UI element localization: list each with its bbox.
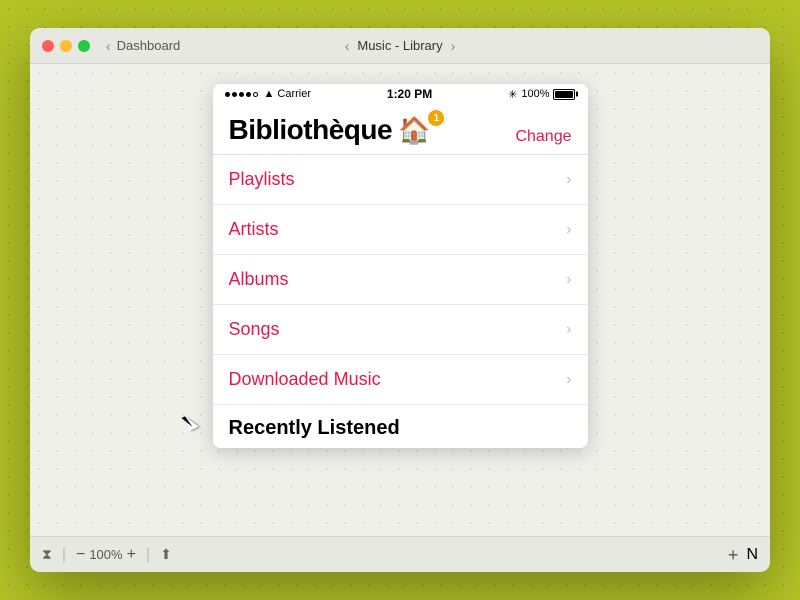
iphone-content: Bibliothèque 🏠 1 Change Playlists › Arti… (213, 104, 588, 448)
signal-dot-3 (239, 92, 244, 97)
hourglass-icon: ⧗ (42, 546, 52, 563)
window-title: Music - Library (357, 38, 442, 53)
menu-item-label: Downloaded Music (229, 369, 381, 390)
next-arrow-icon[interactable]: › (451, 38, 456, 54)
signal-dot-5 (253, 92, 258, 97)
menu-item-label: Songs (229, 319, 280, 340)
close-button[interactable] (42, 40, 54, 52)
chevron-right-icon: › (566, 271, 571, 289)
wifi-icon: ▲ (264, 88, 275, 100)
battery-percentage: 100% (521, 88, 549, 100)
main-window: ‹ Dashboard ‹ Music - Library › (30, 28, 770, 572)
add-button[interactable]: + (728, 546, 739, 564)
battery-icon (553, 89, 575, 100)
chevron-right-icon: › (566, 171, 571, 189)
toolbar-right: + N (728, 546, 758, 564)
header-title-area: Bibliothèque 🏠 1 (229, 114, 431, 146)
separator-1: | (62, 546, 66, 564)
iphone-frame: ▲ Carrier 1:20 PM ✳ 100% Bibliothèqu (213, 84, 588, 448)
canvas-area: ▲ Carrier 1:20 PM ✳ 100% Bibliothèqu (30, 64, 770, 536)
notification-badge: 1 (428, 110, 444, 126)
signal-dot-1 (225, 92, 230, 97)
zoom-level: 100% (89, 547, 122, 562)
zoom-in-button[interactable]: + (127, 547, 136, 563)
library-title: Bibliothèque (229, 114, 393, 146)
extra-label: N (746, 546, 758, 564)
signal-icon (225, 92, 258, 97)
chevron-right-icon: › (566, 371, 571, 389)
menu-list: Playlists › Artists › Albums › Songs › (213, 155, 588, 405)
battery-fill (555, 91, 573, 98)
maximize-button[interactable] (78, 40, 90, 52)
signal-dot-2 (232, 92, 237, 97)
mouse-cursor (185, 416, 197, 434)
breadcrumb-nav: ‹ Dashboard (106, 38, 180, 54)
back-arrow-icon[interactable]: ‹ (106, 38, 111, 54)
status-time: 1:20 PM (387, 87, 432, 101)
bluetooth-icon: ✳ (508, 88, 517, 101)
zoom-controls: − 100% + (76, 547, 136, 563)
chevron-right-icon: › (566, 221, 571, 239)
status-right: ✳ 100% (508, 88, 575, 101)
menu-item-downloaded-music[interactable]: Downloaded Music › (213, 355, 588, 405)
header-emoji: 🏠 (398, 115, 430, 146)
menu-item-songs[interactable]: Songs › (213, 305, 588, 355)
breadcrumb: Dashboard (117, 38, 181, 53)
menu-item-label: Playlists (229, 169, 295, 190)
prev-arrow-icon[interactable]: ‹ (345, 38, 350, 54)
bottom-toolbar: ⧗ | − 100% + | ⬆ + N (30, 536, 770, 572)
traffic-lights (42, 40, 90, 52)
status-left: ▲ Carrier (225, 88, 312, 100)
title-bar: ‹ Dashboard ‹ Music - Library › (30, 28, 770, 64)
window-title-area: ‹ Music - Library › (345, 38, 456, 54)
change-button[interactable]: Change (515, 114, 571, 146)
separator-2: | (146, 546, 150, 564)
menu-item-artists[interactable]: Artists › (213, 205, 588, 255)
menu-item-label: Albums (229, 269, 289, 290)
menu-item-label: Artists (229, 219, 279, 240)
recently-listened-title: Recently Listened (213, 405, 588, 448)
export-icon[interactable]: ⬆ (160, 546, 172, 563)
chevron-right-icon: › (566, 321, 571, 339)
library-header: Bibliothèque 🏠 1 Change (213, 104, 588, 155)
carrier-name: Carrier (277, 88, 311, 100)
zoom-out-button[interactable]: − (76, 547, 85, 563)
status-bar: ▲ Carrier 1:20 PM ✳ 100% (213, 84, 588, 104)
menu-item-playlists[interactable]: Playlists › (213, 155, 588, 205)
signal-dot-4 (246, 92, 251, 97)
minimize-button[interactable] (60, 40, 72, 52)
menu-item-albums[interactable]: Albums › (213, 255, 588, 305)
